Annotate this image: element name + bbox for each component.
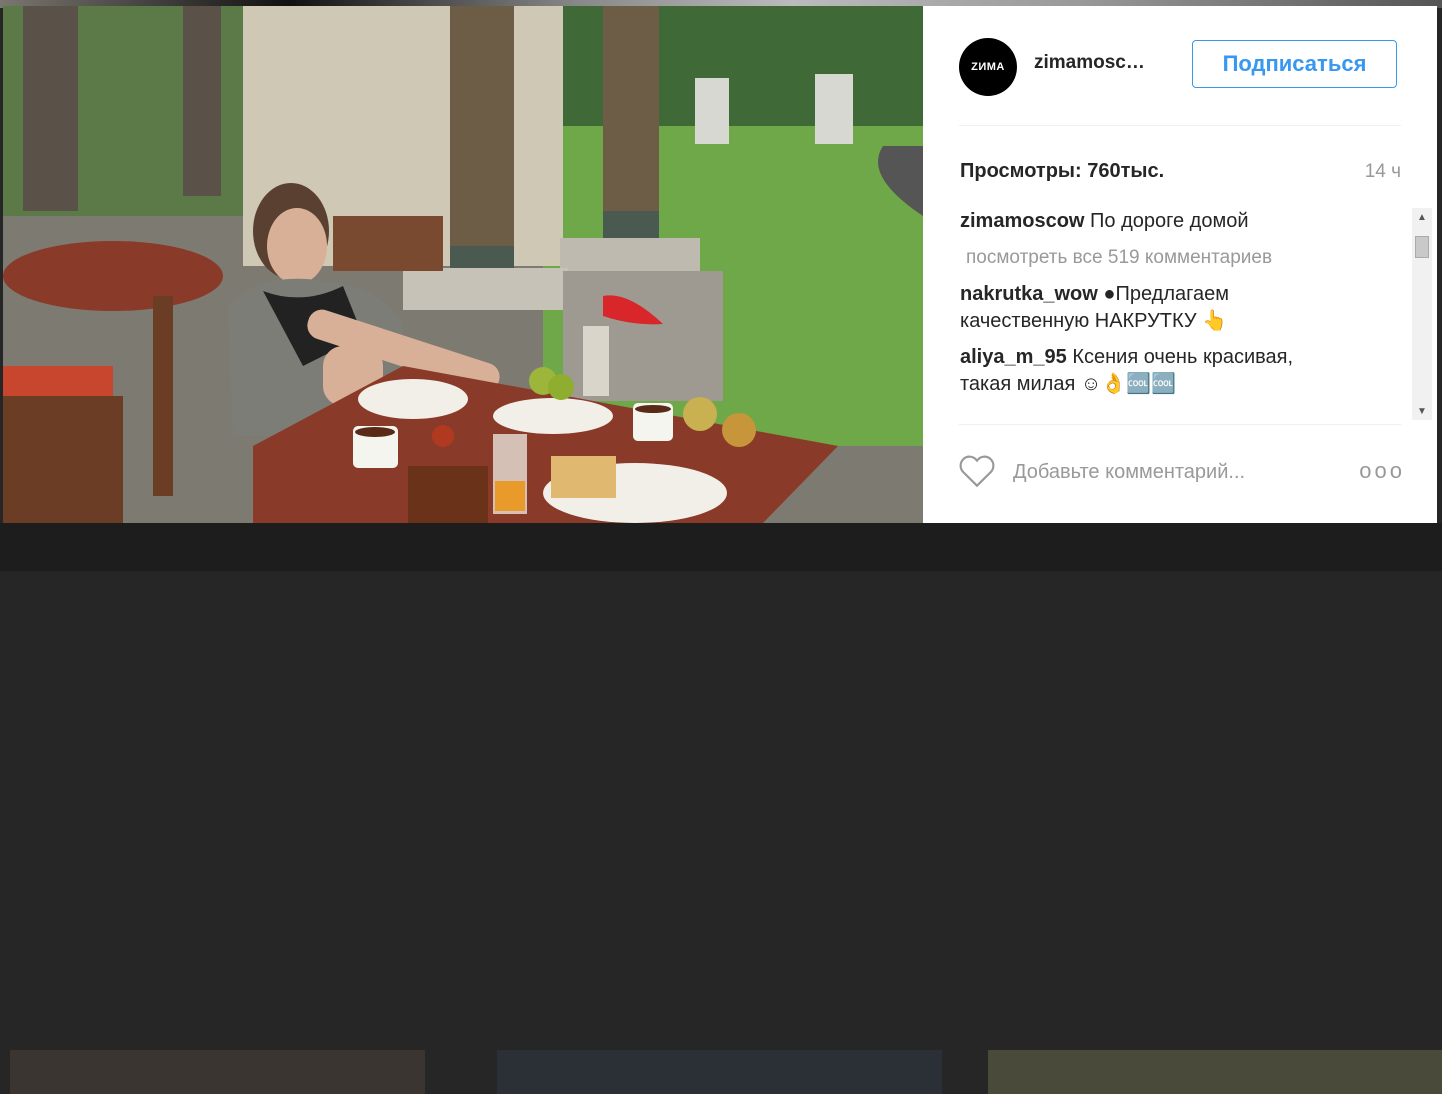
comment-text-continued: такая милая ☺👌🆒🆒 (960, 373, 1176, 395)
comment-text: Ксения очень красивая, (1072, 346, 1294, 368)
feed-thumbnail (10, 1050, 425, 1094)
scrollbar-thumb[interactable] (1415, 236, 1429, 258)
post-header: ZИМА zimamosc… Подписаться (923, 6, 1437, 126)
follow-button[interactable]: Подписаться (1192, 40, 1397, 88)
comment-item: nakrutka_wow ●Предлагаем качественную НА… (960, 281, 1420, 335)
post-photo[interactable] (3, 6, 923, 523)
comment-text: ●Предлагаем (1103, 283, 1229, 305)
scroll-up-arrow-icon[interactable]: ▲ (1412, 210, 1432, 224)
avatar-logo-text: ZИМА (971, 61, 1005, 73)
caption-text: По дороге домой (1090, 210, 1249, 232)
scroll-down-arrow-icon[interactable]: ▼ (1412, 404, 1432, 418)
background-feed-bottom (0, 523, 1442, 1094)
comment-item: aliya_m_95 Ксения очень красивая, такая … (960, 344, 1420, 398)
comment-text-continued: качественную НАКРУТКУ 👆 (960, 310, 1228, 332)
username-link[interactable]: zimamosc… (1034, 52, 1145, 74)
post-details-panel: ZИМА zimamosc… Подписаться Просмотры: 76… (923, 6, 1437, 523)
feed-thumbnail (497, 1050, 942, 1094)
breakfast-scene-image (3, 6, 923, 523)
divider (959, 125, 1401, 126)
view-count: Просмотры: 760тыс. (960, 160, 1165, 182)
feed-thumbnail (988, 1050, 1442, 1094)
more-options-icon[interactable]: ooo (1359, 458, 1405, 484)
heart-icon[interactable] (958, 454, 996, 488)
divider (959, 424, 1401, 425)
avatar[interactable]: ZИМА (959, 38, 1017, 96)
comments-scrollbar[interactable]: ▲ ▼ (1412, 208, 1432, 420)
comments-list: zimamoscow По дороге домой посмотреть вс… (960, 208, 1420, 420)
caption-username[interactable]: zimamoscow (960, 210, 1084, 232)
caption: zimamoscow По дороге домой (960, 208, 1420, 235)
comment-username[interactable]: aliya_m_95 (960, 346, 1067, 368)
view-all-comments-link[interactable]: посмотреть все 519 комментариев (966, 246, 1420, 270)
add-comment-input[interactable]: Добавьте комментарий... (1013, 461, 1245, 484)
post-time[interactable]: 14 ч (1365, 161, 1401, 183)
comment-username[interactable]: nakrutka_wow (960, 283, 1098, 305)
